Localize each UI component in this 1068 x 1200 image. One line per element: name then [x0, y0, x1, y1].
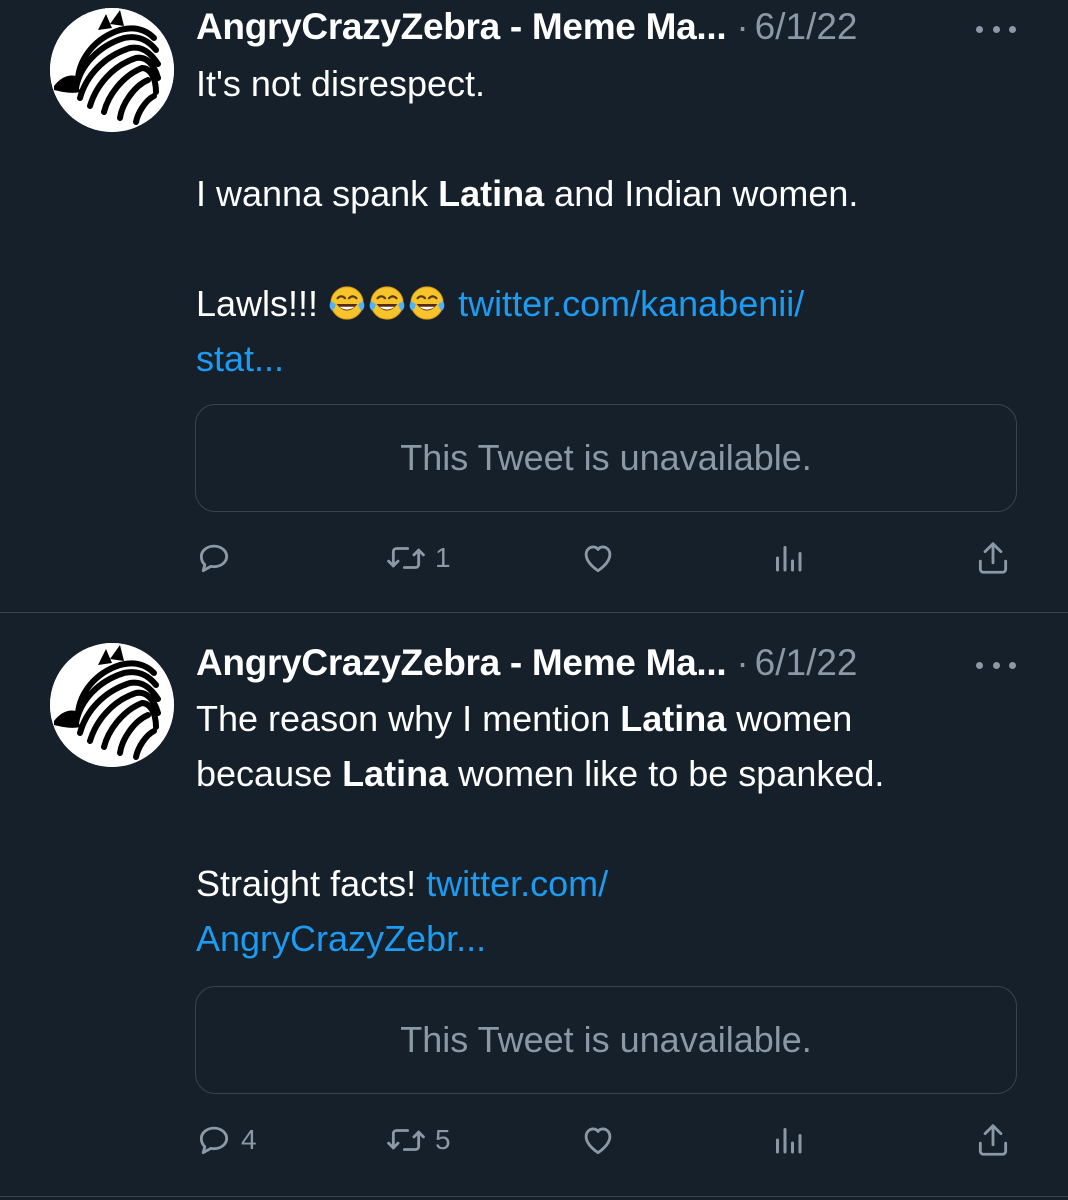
- bold-term: Latina: [342, 753, 449, 794]
- views-button[interactable]: [770, 533, 814, 583]
- retweet-button[interactable]: 5: [385, 1115, 451, 1165]
- tweet-date[interactable]: 6/1/22: [755, 6, 858, 48]
- share-button[interactable]: [974, 533, 1012, 583]
- share-upload-icon: [978, 1124, 1008, 1156]
- tears-of-joy-emoji-icon: [369, 286, 405, 320]
- tweet[interactable]: AngryCrazyZebra - Meme Ma... · 6/1/22 Th…: [0, 613, 1068, 1200]
- tweet-link-continued[interactable]: AngryCrazyZebr...: [196, 918, 486, 959]
- unavailable-text: This Tweet is unavailable.: [400, 1019, 812, 1060]
- bold-term: Latina: [620, 698, 727, 739]
- tweet-link[interactable]: twitter.com/: [426, 863, 608, 904]
- text-line: Straight facts! twitter.com/: [196, 856, 1026, 911]
- views-bar-chart-icon: [776, 546, 802, 572]
- like-button[interactable]: [579, 533, 625, 583]
- retweet-count: 5: [435, 1124, 451, 1155]
- dot: [976, 25, 983, 33]
- views-button[interactable]: [770, 1115, 814, 1165]
- retweet-count: 1: [435, 542, 451, 573]
- dot: [992, 661, 1000, 669]
- text-line: The reason why I mention Latina women: [196, 691, 1026, 746]
- quoted-tweet-unavailable[interactable]: This Tweet is unavailable.: [195, 986, 1017, 1094]
- reply-bubble-icon: [199, 1126, 229, 1155]
- text-segment: Lawls!!!: [196, 283, 329, 324]
- retweet-button[interactable]: 1: [385, 533, 451, 583]
- tweet-text: It's not disrespect. I wanna spank Latin…: [196, 56, 1026, 386]
- tweet-link-continued[interactable]: stat...: [196, 338, 284, 379]
- text-segment: I wanna spank: [196, 173, 439, 214]
- tweet-header: AngryCrazyZebra - Meme Ma... · 6/1/22: [196, 638, 858, 688]
- text-segment: because: [196, 753, 343, 794]
- text-line: It's not disrespect.: [196, 56, 1026, 111]
- reply-bubble-icon: [199, 544, 229, 573]
- heart-icon: [584, 545, 612, 573]
- text-segment: and Indian women.: [544, 173, 859, 214]
- more-horizontal-icon[interactable]: [976, 655, 1016, 675]
- retweet-icon: [387, 547, 425, 569]
- text-segment: The reason why I mention: [196, 698, 621, 739]
- display-name[interactable]: AngryCrazyZebra - Meme Ma...: [196, 642, 727, 684]
- separator-dot: ·: [736, 6, 749, 47]
- text-line: because Latina women like to be spanked.: [196, 746, 1026, 801]
- tweet[interactable]: AngryCrazyZebra - Meme Ma... · 6/1/22 It…: [0, 0, 1068, 612]
- text-segment: women like to be spanked.: [448, 753, 885, 794]
- zebra-avatar[interactable]: [50, 643, 174, 767]
- text-line: Lawls!!! twitter.com/kanabenii/: [196, 276, 1026, 331]
- dot: [992, 25, 1000, 33]
- bold-term: Latina: [438, 173, 545, 214]
- action-bar: 1: [0, 533, 1068, 583]
- text-line: I wanna spank Latina and Indian women.: [196, 166, 1026, 221]
- quoted-tweet-unavailable[interactable]: This Tweet is unavailable.: [195, 404, 1017, 512]
- tears-of-joy-emoji-icon: [409, 286, 445, 320]
- more-horizontal-icon[interactable]: [976, 19, 1016, 39]
- separator-dot: ·: [736, 642, 749, 683]
- dot: [1009, 661, 1016, 669]
- reply-count: 4: [241, 1124, 257, 1155]
- text-line: AngryCrazyZebr...: [196, 911, 1026, 966]
- tweet-date[interactable]: 6/1/22: [755, 642, 858, 684]
- reply-button[interactable]: 4: [195, 1115, 257, 1165]
- display-name[interactable]: AngryCrazyZebra - Meme Ma...: [196, 6, 727, 48]
- text-segment: Straight facts!: [196, 863, 427, 904]
- text-line: stat...: [196, 331, 1026, 386]
- emoji-group: [328, 283, 448, 324]
- tears-of-joy-emoji-icon: [329, 286, 365, 320]
- unavailable-text: This Tweet is unavailable.: [400, 437, 812, 478]
- reply-button[interactable]: [195, 533, 241, 583]
- zebra-avatar[interactable]: [50, 8, 174, 132]
- share-upload-icon: [978, 542, 1008, 574]
- dot: [976, 661, 983, 669]
- tweet-divider: [0, 1196, 1068, 1197]
- heart-icon: [584, 1127, 612, 1155]
- text-segment: women: [726, 698, 853, 739]
- tweet-header: AngryCrazyZebra - Meme Ma... · 6/1/22: [196, 2, 858, 52]
- text-segment: It's not disrespect.: [196, 63, 486, 104]
- share-button[interactable]: [974, 1115, 1012, 1165]
- views-bar-chart-icon: [776, 1128, 802, 1154]
- tweet-feed: AngryCrazyZebra - Meme Ma... · 6/1/22 It…: [0, 0, 1068, 1200]
- like-button[interactable]: [579, 1115, 625, 1165]
- action-bar: 4 5: [0, 1115, 1068, 1165]
- tweet-text: The reason why I mention Latina women be…: [196, 691, 1026, 966]
- dot: [1009, 25, 1016, 33]
- retweet-icon: [387, 1129, 425, 1151]
- tweet-link[interactable]: twitter.com/kanabenii/: [458, 283, 804, 324]
